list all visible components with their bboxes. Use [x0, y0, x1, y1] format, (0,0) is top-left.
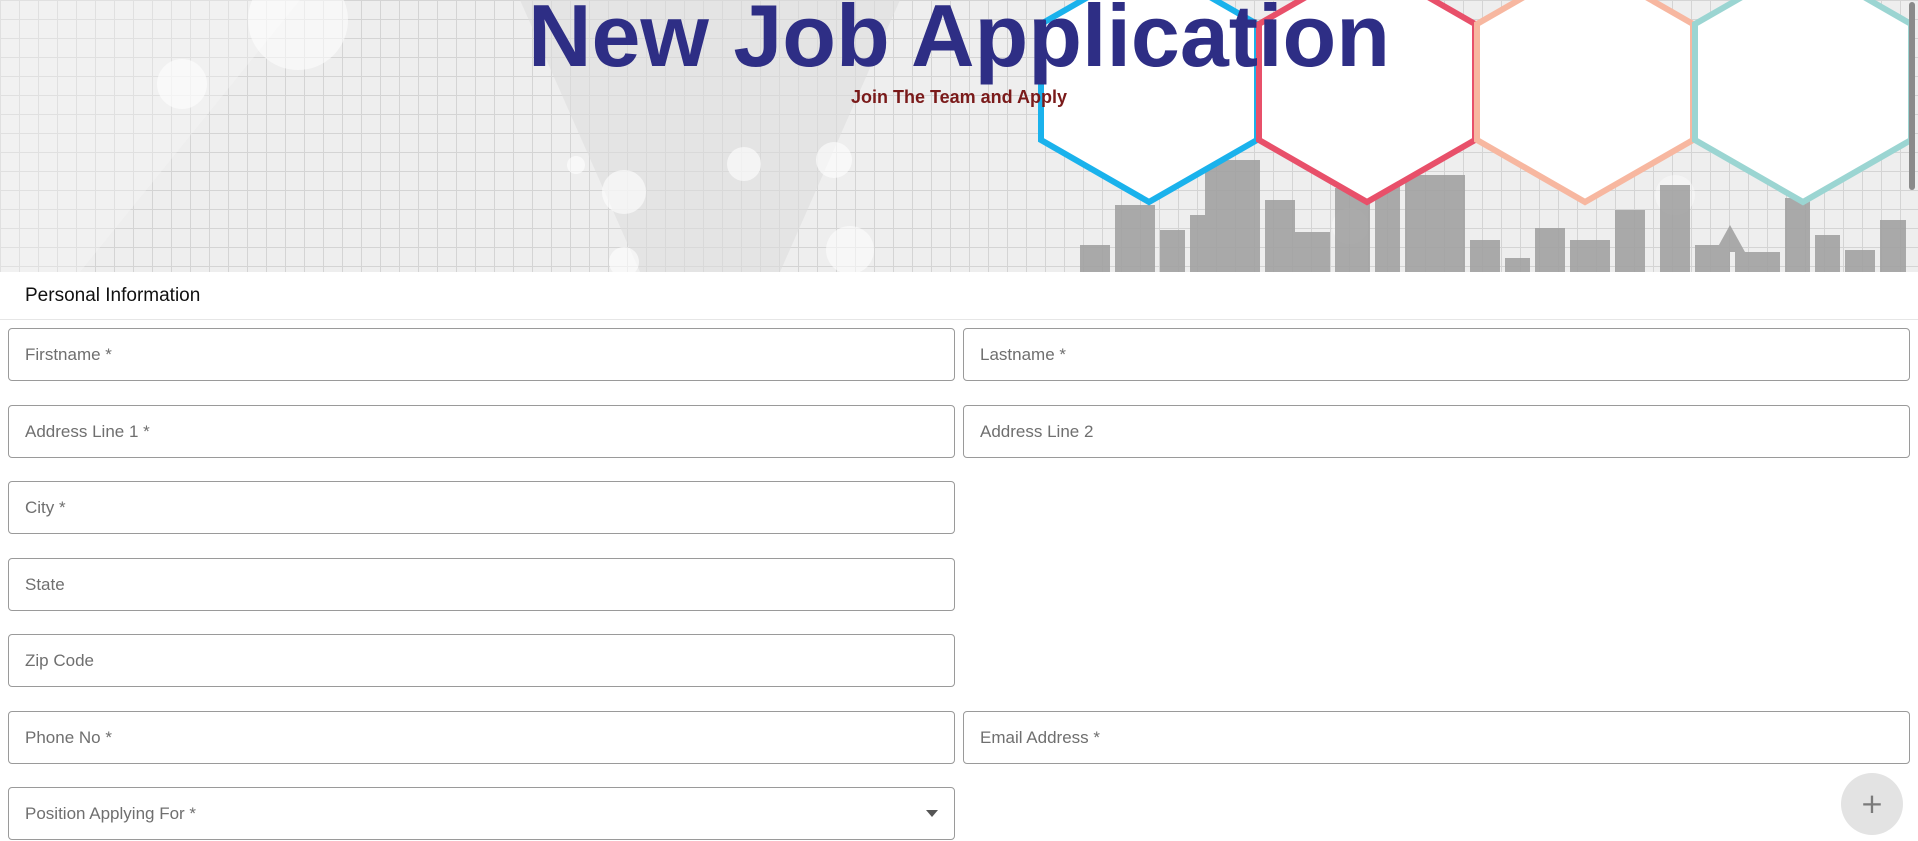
- position-select-label: Position Applying For *: [25, 804, 197, 823]
- state-field[interactable]: [8, 558, 955, 611]
- firstname-field[interactable]: [8, 328, 955, 381]
- scrollbar-thumb[interactable]: [1909, 2, 1915, 190]
- address-line-1-field[interactable]: [8, 405, 955, 458]
- page-subtitle: Join The Team and Apply: [850, 87, 1068, 107]
- lastname-field[interactable]: [963, 328, 1910, 381]
- zip-code-field[interactable]: [8, 634, 955, 687]
- chevron-down-icon: [926, 810, 938, 817]
- phone-field[interactable]: [8, 711, 955, 764]
- page-title: New Job Application: [527, 0, 1391, 85]
- position-select[interactable]: Position Applying For *: [8, 787, 955, 840]
- section-header: Personal Information: [0, 272, 1918, 320]
- section-title: Personal Information: [25, 285, 201, 306]
- email-field[interactable]: [963, 711, 1910, 764]
- header-banner: New Job Application Join The Team and Ap…: [0, 0, 1918, 272]
- city-field[interactable]: [8, 481, 955, 534]
- address-line-2-field[interactable]: [963, 405, 1910, 458]
- page-scrollbar[interactable]: [1906, 0, 1918, 841]
- add-button[interactable]: +: [1841, 773, 1903, 835]
- plus-icon: +: [1860, 787, 1884, 820]
